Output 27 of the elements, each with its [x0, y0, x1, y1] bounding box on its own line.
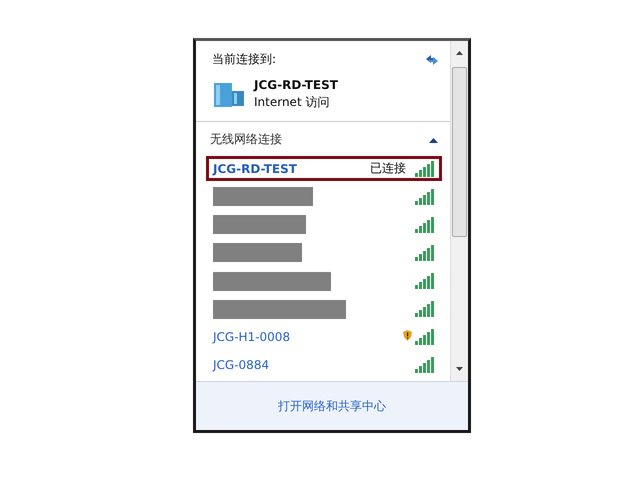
current-connection-heading: 当前连接到: [212, 51, 276, 68]
network-list-item[interactable]: JCG-RD-TEST 已连接 [206, 156, 442, 182]
scrollbar[interactable] [450, 41, 468, 381]
section-title: 无线网络连接 [210, 131, 282, 148]
network-name: JCG-H1-0008 [213, 330, 290, 344]
scroll-up-arrow-icon[interactable] [456, 51, 463, 55]
network-sharing-center-link[interactable]: 打开网络和共享中心 [278, 398, 386, 414]
access-status: Internet 访问 [254, 94, 330, 111]
network-name: JCG-RD-TEST [213, 162, 297, 176]
network-building-icon [212, 80, 246, 108]
signal-strength-icon [415, 357, 435, 374]
refresh-icon[interactable] [424, 52, 440, 66]
signal-strength-icon [415, 244, 435, 261]
network-list-item[interactable]: JCG-H1-0008 [206, 324, 442, 350]
collapse-caret-icon[interactable] [429, 136, 438, 142]
signal-strength-icon [415, 188, 435, 205]
network-list-item[interactable]: JCG-0884 [206, 352, 442, 378]
signal-strength-icon [415, 216, 435, 233]
scrollbar-thumb[interactable] [452, 67, 467, 237]
signal-strength-icon [415, 329, 435, 346]
signal-strength-icon [415, 301, 435, 318]
scroll-down-arrow-icon[interactable] [456, 367, 463, 371]
signal-strength-icon [415, 160, 435, 177]
connection-status: 已连接 [370, 160, 406, 178]
current-network-name: JCG-RD-TEST [254, 78, 338, 92]
network-name: JCG-0884 [213, 358, 270, 372]
signal-strength-icon [415, 273, 435, 290]
